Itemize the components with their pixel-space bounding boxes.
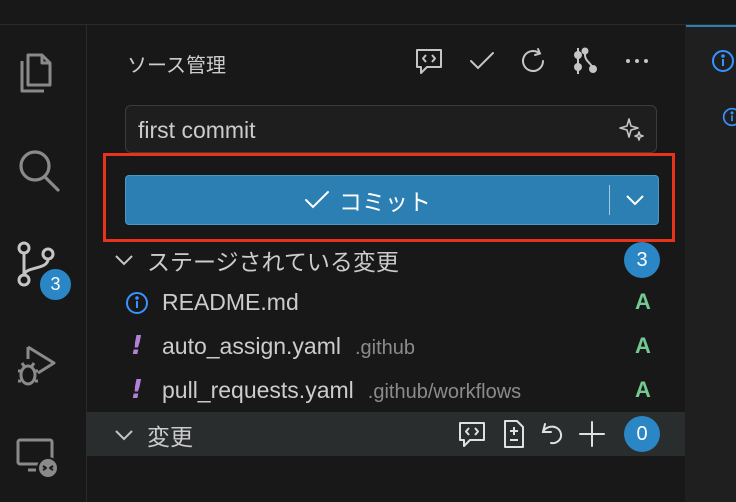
staged-count-badge: 3 bbox=[624, 242, 660, 278]
file-status: A bbox=[635, 377, 651, 402]
commit-message-input[interactable] bbox=[126, 106, 610, 154]
exclamation-icon: ! bbox=[131, 331, 143, 361]
editor-area bbox=[686, 25, 736, 502]
commit-check-icon[interactable] bbox=[466, 45, 498, 77]
commit-message-box bbox=[125, 105, 657, 154]
sparkle-icon[interactable] bbox=[616, 114, 646, 144]
highlight-box bbox=[103, 153, 675, 242]
changes-label: 変更 bbox=[147, 424, 193, 450]
file-status: A bbox=[635, 289, 651, 314]
exclamation-icon: ! bbox=[131, 375, 143, 405]
search-icon[interactable] bbox=[14, 146, 62, 194]
info-icon bbox=[722, 107, 736, 127]
activity-bar: 3 bbox=[0, 25, 87, 502]
file-row-pull-requests[interactable]: ! pull_requests.yaml .github/workflows A bbox=[87, 369, 685, 413]
staged-changes-label: ステージされている変更 bbox=[147, 249, 399, 275]
info-icon bbox=[126, 292, 148, 314]
changes-header[interactable]: 変更 0 bbox=[87, 412, 685, 456]
file-directory: .github/workflows bbox=[367, 381, 522, 403]
file-name: README.md bbox=[162, 289, 299, 315]
run-debug-icon[interactable] bbox=[14, 341, 62, 389]
refresh-icon[interactable] bbox=[518, 45, 550, 77]
more-actions-icon[interactable] bbox=[621, 45, 653, 77]
file-name: pull_requests.yaml .github/workflows bbox=[162, 377, 522, 403]
chevron-down-icon bbox=[115, 255, 133, 266]
file-row-auto-assign[interactable]: ! auto_assign.yaml .github A bbox=[87, 325, 685, 369]
file-name: auto_assign.yaml .github bbox=[162, 333, 416, 359]
remote-explorer-icon[interactable] bbox=[14, 434, 62, 482]
explorer-icon[interactable] bbox=[14, 47, 62, 95]
file-row-readme[interactable]: README.md A bbox=[87, 281, 685, 325]
active-tab-indicator bbox=[686, 25, 736, 27]
title-bar bbox=[0, 0, 736, 25]
file-status: A bbox=[635, 333, 651, 358]
changes-count-badge: 0 bbox=[624, 416, 660, 452]
chevron-down-icon bbox=[115, 430, 133, 441]
graph-icon[interactable] bbox=[569, 45, 601, 77]
stage-all-icon[interactable] bbox=[576, 418, 608, 450]
info-icon bbox=[712, 50, 734, 72]
scm-badge: 3 bbox=[38, 267, 73, 302]
staged-changes-header[interactable]: ステージされている変更 3 bbox=[87, 237, 685, 281]
open-file-icon[interactable] bbox=[497, 418, 529, 450]
panel-title: ソース管理 bbox=[127, 53, 226, 77]
chat-icon[interactable] bbox=[456, 418, 488, 450]
file-directory: .github bbox=[355, 337, 416, 359]
chat-icon[interactable] bbox=[413, 45, 445, 77]
source-control-panel: ソース管理 first commit コミット ステージされている変更 3 RE… bbox=[87, 25, 685, 502]
discard-icon[interactable] bbox=[537, 418, 569, 450]
